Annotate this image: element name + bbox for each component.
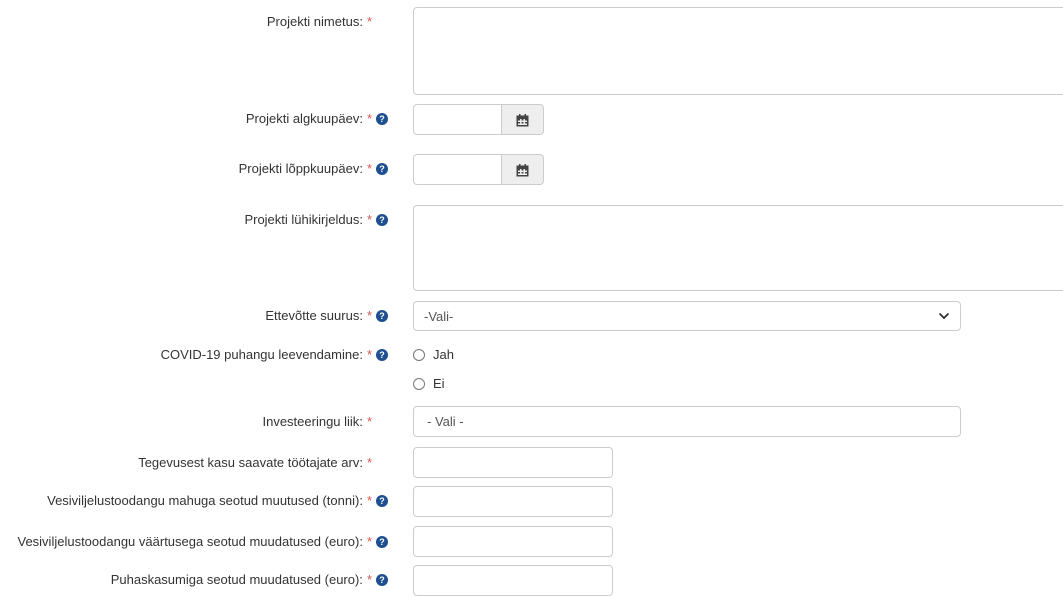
start-date-label: Projekti algkuupäev: *? <box>0 111 388 126</box>
investment-type-label: Investeeringu liik: * <box>262 414 372 429</box>
required-marker: * <box>366 161 372 176</box>
net-profit-label: Puhaskasumiga seotud muudatused (euro): *… <box>0 572 388 587</box>
help-icon[interactable]: ? <box>376 310 388 322</box>
chevron-down-icon <box>938 312 950 320</box>
aquaculture-value-input[interactable] <box>413 526 613 557</box>
help-icon[interactable]: ? <box>376 574 388 586</box>
required-marker: * <box>366 308 372 323</box>
required-marker: * <box>366 493 372 508</box>
project-name-label: Projekti nimetus: * <box>266 14 372 29</box>
required-marker: * <box>366 414 372 429</box>
covid-option-ei[interactable]: Ei <box>413 376 445 391</box>
required-marker: * <box>366 455 372 470</box>
help-icon[interactable]: ? <box>376 113 388 125</box>
end-date-picker-button[interactable] <box>502 154 544 185</box>
required-marker: * <box>366 111 372 126</box>
aquaculture-volume-input[interactable] <box>413 486 613 517</box>
company-size-selected-value: -Vali- <box>424 309 454 324</box>
help-icon[interactable]: ? <box>376 349 388 361</box>
required-marker: * <box>366 14 372 29</box>
required-marker: * <box>366 212 372 227</box>
required-marker: * <box>366 347 372 362</box>
end-date-label: Projekti lõppkuupäev: *? <box>0 161 388 176</box>
required-marker: * <box>366 572 372 587</box>
company-size-label: Ettevõtte suurus: *? <box>0 308 388 323</box>
required-marker: * <box>366 534 372 549</box>
calendar-icon <box>516 114 529 127</box>
start-date-picker-button[interactable] <box>502 104 544 135</box>
help-icon[interactable]: ? <box>376 495 388 507</box>
project-form: Projekti nimetus: * Projekti algkuupäev: *… <box>0 0 1063 596</box>
help-icon[interactable]: ? <box>376 536 388 548</box>
end-date-input[interactable] <box>413 154 502 185</box>
start-date-input[interactable] <box>413 104 502 135</box>
radio-button[interactable] <box>413 348 425 361</box>
calendar-icon <box>516 164 529 177</box>
aquaculture-volume-label: Vesiviljelustoodangu mahuga seotud muutu… <box>0 493 388 508</box>
net-profit-input[interactable] <box>413 565 613 596</box>
radio-button[interactable] <box>413 377 425 390</box>
project-name-textarea[interactable] <box>413 7 1063 95</box>
investment-type-selected-value: - Vali - <box>427 414 464 429</box>
investment-type-select[interactable]: - Vali - <box>413 406 961 437</box>
employees-label: Tegevusest kasu saavate töötajate arv: * <box>138 455 372 470</box>
company-size-select[interactable]: -Vali- <box>413 301 961 331</box>
short-description-textarea[interactable] <box>413 205 1063 291</box>
covid-option-jah[interactable]: Jah <box>413 347 454 362</box>
short-description-label: Projekti lühikirjeldus: *? <box>0 212 388 227</box>
aquaculture-value-label: Vesiviljelustoodangu väärtusega seotud m… <box>0 534 388 549</box>
employees-input[interactable] <box>413 447 613 478</box>
help-icon[interactable]: ? <box>376 163 388 175</box>
help-icon[interactable]: ? <box>376 214 388 226</box>
covid-label: COVID-19 puhangu leevendamine: *? <box>0 347 388 362</box>
